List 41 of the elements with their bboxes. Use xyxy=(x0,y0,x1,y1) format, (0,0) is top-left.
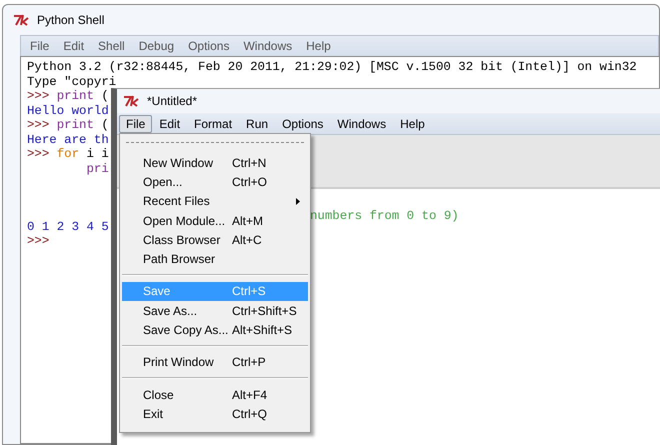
menu-option[interactable]: Close Alt+F4 xyxy=(122,384,308,404)
menu-item[interactable]: Format xyxy=(187,114,240,132)
menu-item[interactable]: Options xyxy=(275,114,330,132)
menu-item[interactable]: Windows xyxy=(330,114,394,132)
window-title: *Untitled* xyxy=(147,94,198,108)
menu-item[interactable]: Edit xyxy=(152,114,188,132)
menu-item[interactable]: File xyxy=(119,114,152,132)
ghost-code-text: numbers from 0 to 9) xyxy=(310,209,459,223)
menu-option[interactable]: Open... Ctrl+O xyxy=(122,172,308,192)
shell-line: pri xyxy=(85,162,109,176)
menu-option[interactable]: Open Module... Alt+M xyxy=(122,210,308,230)
tk-logo-icon xyxy=(13,14,31,26)
menu-option[interactable]: Print Window Ctrl+P xyxy=(122,352,308,372)
shell-line: Python 3.2 (r32:88445, Feb 20 2011, 21:29:02) [MSC v.1500 32 bit (Intel)] on win32 xyxy=(27,60,637,74)
menu-item[interactable]: Help xyxy=(393,114,432,132)
menu-option[interactable]: Save As... Ctrl+Shift+S xyxy=(122,301,308,320)
shell-line: >>> for i i xyxy=(27,147,109,161)
menu-item[interactable]: File xyxy=(21,39,54,53)
menu-item[interactable]: Options xyxy=(179,39,234,53)
menu-item[interactable]: Debug xyxy=(130,39,180,53)
menu-item[interactable]: Windows xyxy=(234,39,298,53)
menu-option[interactable]: New Window Ctrl+N xyxy=(122,153,308,172)
menu-item[interactable]: Edit xyxy=(54,39,90,53)
menu-item[interactable]: Run xyxy=(239,114,276,132)
menu-item[interactable]: Shell xyxy=(89,39,130,53)
shell-line: Type "copyri xyxy=(27,74,116,88)
menu-item[interactable]: Help xyxy=(297,39,336,53)
shell-line: >>> print ( xyxy=(27,118,109,132)
menu-option[interactable]: Save Copy As... Alt+Shift+S xyxy=(122,320,308,340)
shell-line: >>> xyxy=(27,234,50,248)
shell-line: Here are th xyxy=(27,132,109,146)
menu-option[interactable]: Class Browser Alt+C xyxy=(122,230,308,250)
window-title: Python Shell xyxy=(37,13,104,27)
shell-line: 0 1 2 3 4 5 xyxy=(27,220,109,234)
shell-line: Hello world xyxy=(27,104,109,118)
menu-option[interactable]: Exit Ctrl+Q xyxy=(122,404,308,424)
menu-option[interactable]: Path Browser xyxy=(122,249,308,269)
submenu-arrow-icon xyxy=(296,198,300,205)
shell-line: >>> print ( xyxy=(27,89,109,103)
tk-logo-icon xyxy=(123,95,141,107)
menu-option[interactable]: Recent Files xyxy=(122,192,308,211)
